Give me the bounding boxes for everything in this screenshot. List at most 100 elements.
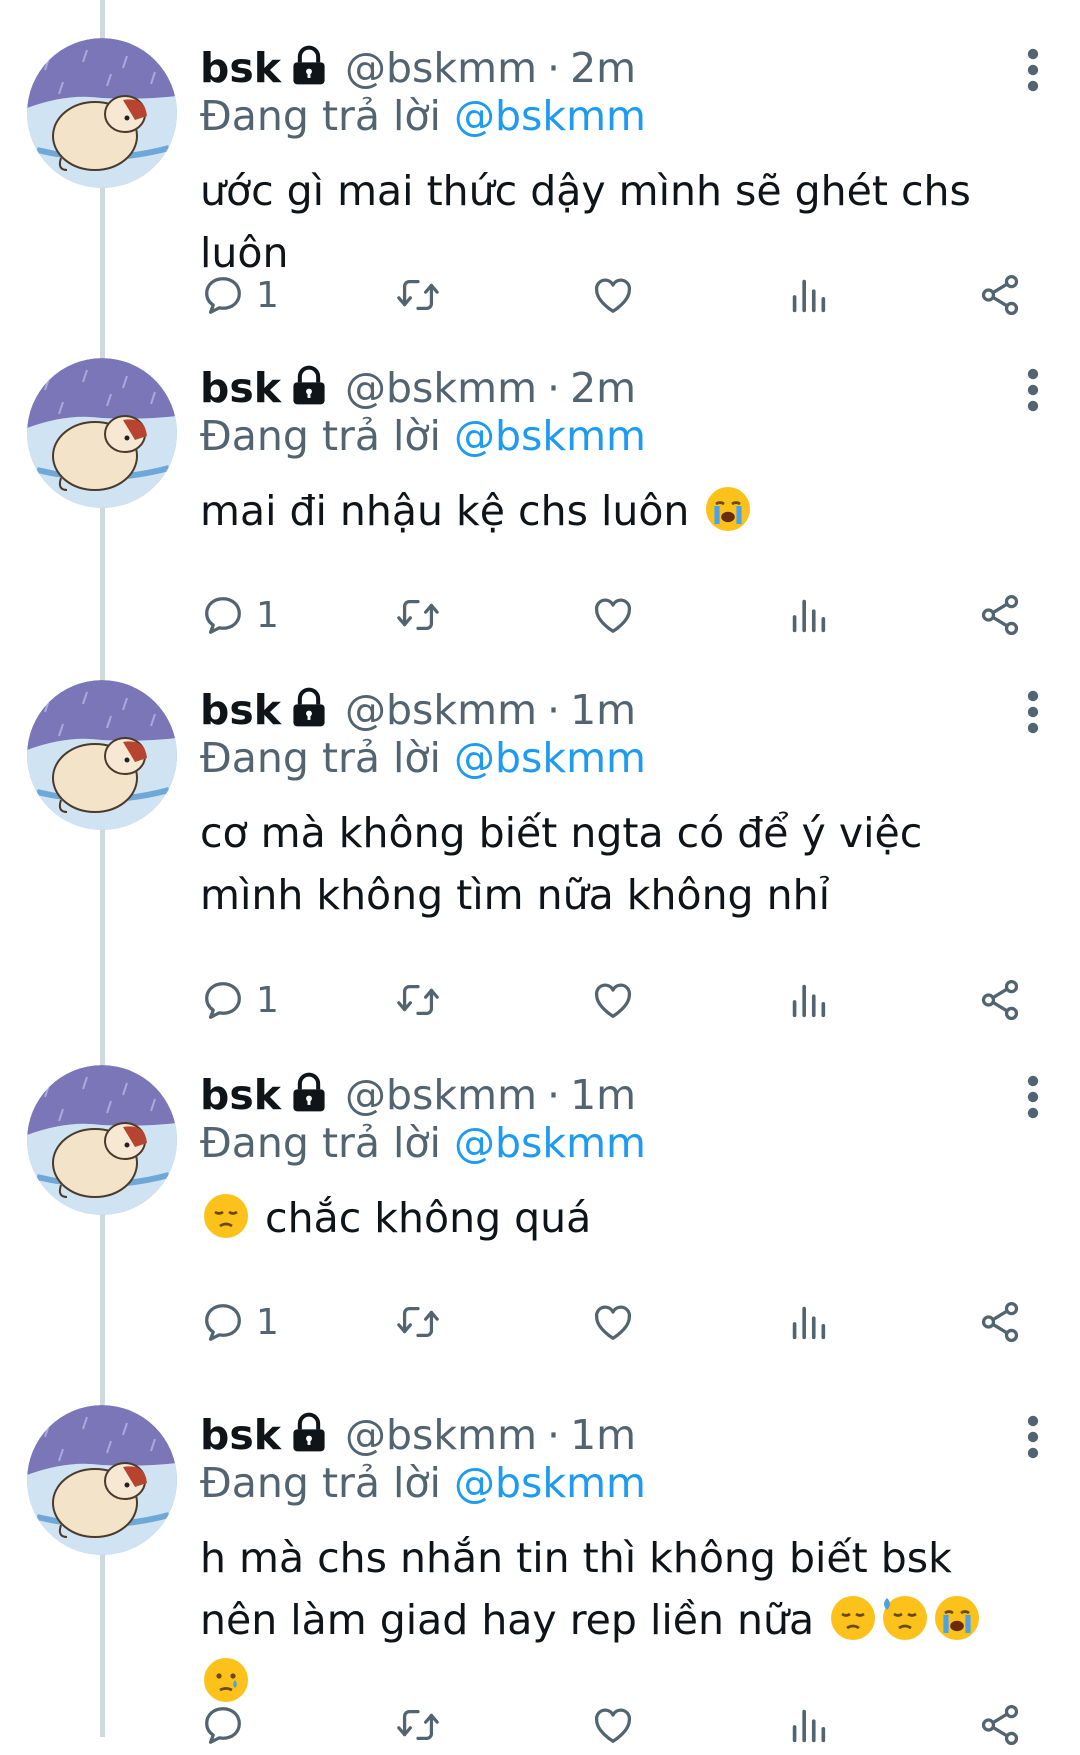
avatar[interactable] xyxy=(27,358,177,508)
display-name[interactable]: bsk xyxy=(200,362,281,414)
lock-icon xyxy=(287,44,331,88)
avatar[interactable] xyxy=(27,680,177,830)
reply-count: 1 xyxy=(256,979,279,1021)
sweat-emoji xyxy=(881,1594,929,1642)
reply-button[interactable]: 1 xyxy=(200,265,279,325)
share-button[interactable] xyxy=(977,1292,1023,1352)
tweet-actions: 1 xyxy=(200,970,1040,1030)
more-icon[interactable] xyxy=(1021,688,1045,736)
retweet-button[interactable] xyxy=(395,1292,441,1352)
avatar[interactable] xyxy=(27,38,177,188)
timestamp[interactable]: 2m xyxy=(570,362,636,414)
separator-dot: · xyxy=(547,686,561,734)
timestamp[interactable]: 2m xyxy=(570,42,636,94)
reply-count: 1 xyxy=(256,274,279,316)
replying-to-label: Đang trả lời xyxy=(200,1459,441,1507)
like-button[interactable] xyxy=(590,970,636,1030)
reply-button[interactable]: 1 xyxy=(200,585,279,645)
like-button[interactable] xyxy=(590,1292,636,1352)
replying-to-mention[interactable]: @bskmm xyxy=(454,1119,646,1167)
views-button[interactable] xyxy=(785,265,831,325)
tweet-content: bsk @bskmm · 1m Đang trả lời @bskmm h mà… xyxy=(200,1405,1060,1713)
share-icon xyxy=(977,592,1023,638)
lock-icon xyxy=(287,686,331,730)
user-handle[interactable]: @bskmm xyxy=(345,1409,537,1461)
user-handle[interactable]: @bskmm xyxy=(345,362,537,414)
replying-to-label: Đang trả lời xyxy=(200,1119,441,1167)
timestamp[interactable]: 1m xyxy=(570,684,636,736)
views-button[interactable] xyxy=(785,585,831,645)
views-icon xyxy=(785,1702,831,1748)
share-button[interactable] xyxy=(977,1695,1023,1755)
more-icon[interactable] xyxy=(1021,1073,1045,1121)
tweet-header: bsk @bskmm · 2m xyxy=(200,38,1060,92)
heart-icon xyxy=(590,977,636,1023)
tweet-text-body: ước gì mai thức dậy mình sẽ ghét chs luô… xyxy=(200,167,971,277)
reply-button[interactable] xyxy=(200,1695,256,1755)
more-icon[interactable] xyxy=(1021,366,1045,414)
display-name[interactable]: bsk xyxy=(200,1409,281,1461)
separator-dot: · xyxy=(547,1071,561,1119)
replying-to-line: Đang trả lời @bskmm xyxy=(200,1457,1060,1509)
replying-to-line: Đang trả lời @bskmm xyxy=(200,732,1060,784)
timestamp[interactable]: 1m xyxy=(570,1069,636,1121)
tweet-content: bsk @bskmm · 1m Đang trả lời @bskmm chắc… xyxy=(200,1065,1060,1249)
heart-icon xyxy=(590,592,636,638)
share-icon xyxy=(977,1299,1023,1345)
avatar[interactable] xyxy=(27,1405,177,1555)
retweet-button[interactable] xyxy=(395,265,441,325)
share-button[interactable] xyxy=(977,265,1023,325)
share-button[interactable] xyxy=(977,585,1023,645)
replying-to-label: Đang trả lời xyxy=(200,92,441,140)
retweet-button[interactable] xyxy=(395,585,441,645)
share-icon xyxy=(977,977,1023,1023)
separator-dot: · xyxy=(547,1411,561,1459)
tweet-text: chắc không quá xyxy=(200,1187,1060,1249)
display-name[interactable]: bsk xyxy=(200,42,281,94)
replying-to-mention[interactable]: @bskmm xyxy=(454,1459,646,1507)
views-button[interactable] xyxy=(785,1292,831,1352)
reply-icon xyxy=(200,977,246,1023)
replying-to-label: Đang trả lời xyxy=(200,734,441,782)
tweet-header: bsk @bskmm · 1m xyxy=(200,1065,1060,1119)
avatar[interactable] xyxy=(27,1065,177,1215)
timestamp[interactable]: 1m xyxy=(570,1409,636,1461)
more-icon[interactable] xyxy=(1021,46,1045,94)
views-icon xyxy=(785,1299,831,1345)
like-button[interactable] xyxy=(590,265,636,325)
tweet-content: bsk @bskmm · 2m Đang trả lời @bskmm ước … xyxy=(200,38,1060,284)
user-handle[interactable]: @bskmm xyxy=(345,42,537,94)
display-name[interactable]: bsk xyxy=(200,1069,281,1121)
like-button[interactable] xyxy=(590,1695,636,1755)
like-button[interactable] xyxy=(590,585,636,645)
views-icon xyxy=(785,272,831,318)
reply-count: 1 xyxy=(256,1301,279,1343)
tweet-header: bsk @bskmm · 1m xyxy=(200,1405,1060,1459)
user-handle[interactable]: @bskmm xyxy=(345,1069,537,1121)
user-handle[interactable]: @bskmm xyxy=(345,684,537,736)
loudly-crying-emoji xyxy=(704,485,752,533)
views-icon xyxy=(785,977,831,1023)
tweet-content: bsk @bskmm · 1m Đang trả lời @bskmm cơ m… xyxy=(200,680,1060,926)
views-button[interactable] xyxy=(785,1695,831,1755)
reply-button[interactable]: 1 xyxy=(200,1292,279,1352)
share-icon xyxy=(977,1702,1023,1748)
replying-to-mention[interactable]: @bskmm xyxy=(454,734,646,782)
retweet-button[interactable] xyxy=(395,970,441,1030)
retweet-button[interactable] xyxy=(395,1695,441,1755)
display-name[interactable]: bsk xyxy=(200,684,281,736)
tweet-content: bsk @bskmm · 2m Đang trả lời @bskmm mai … xyxy=(200,358,1060,542)
replying-to-line: Đang trả lời @bskmm xyxy=(200,1117,1060,1169)
more-icon[interactable] xyxy=(1021,1413,1045,1461)
retweet-icon xyxy=(395,1702,441,1748)
tweet-text: mai đi nhậu kệ chs luôn xyxy=(200,480,1060,542)
views-button[interactable] xyxy=(785,970,831,1030)
loudly-crying-emoji xyxy=(933,1594,981,1642)
tweet-text-body: chắc không quá xyxy=(265,1194,592,1242)
replying-to-mention[interactable]: @bskmm xyxy=(454,92,646,140)
replying-to-mention[interactable]: @bskmm xyxy=(454,412,646,460)
lock-icon xyxy=(287,1411,331,1455)
share-button[interactable] xyxy=(977,970,1023,1030)
reply-button[interactable]: 1 xyxy=(200,970,279,1030)
replying-to-line: Đang trả lời @bskmm xyxy=(200,90,1060,142)
